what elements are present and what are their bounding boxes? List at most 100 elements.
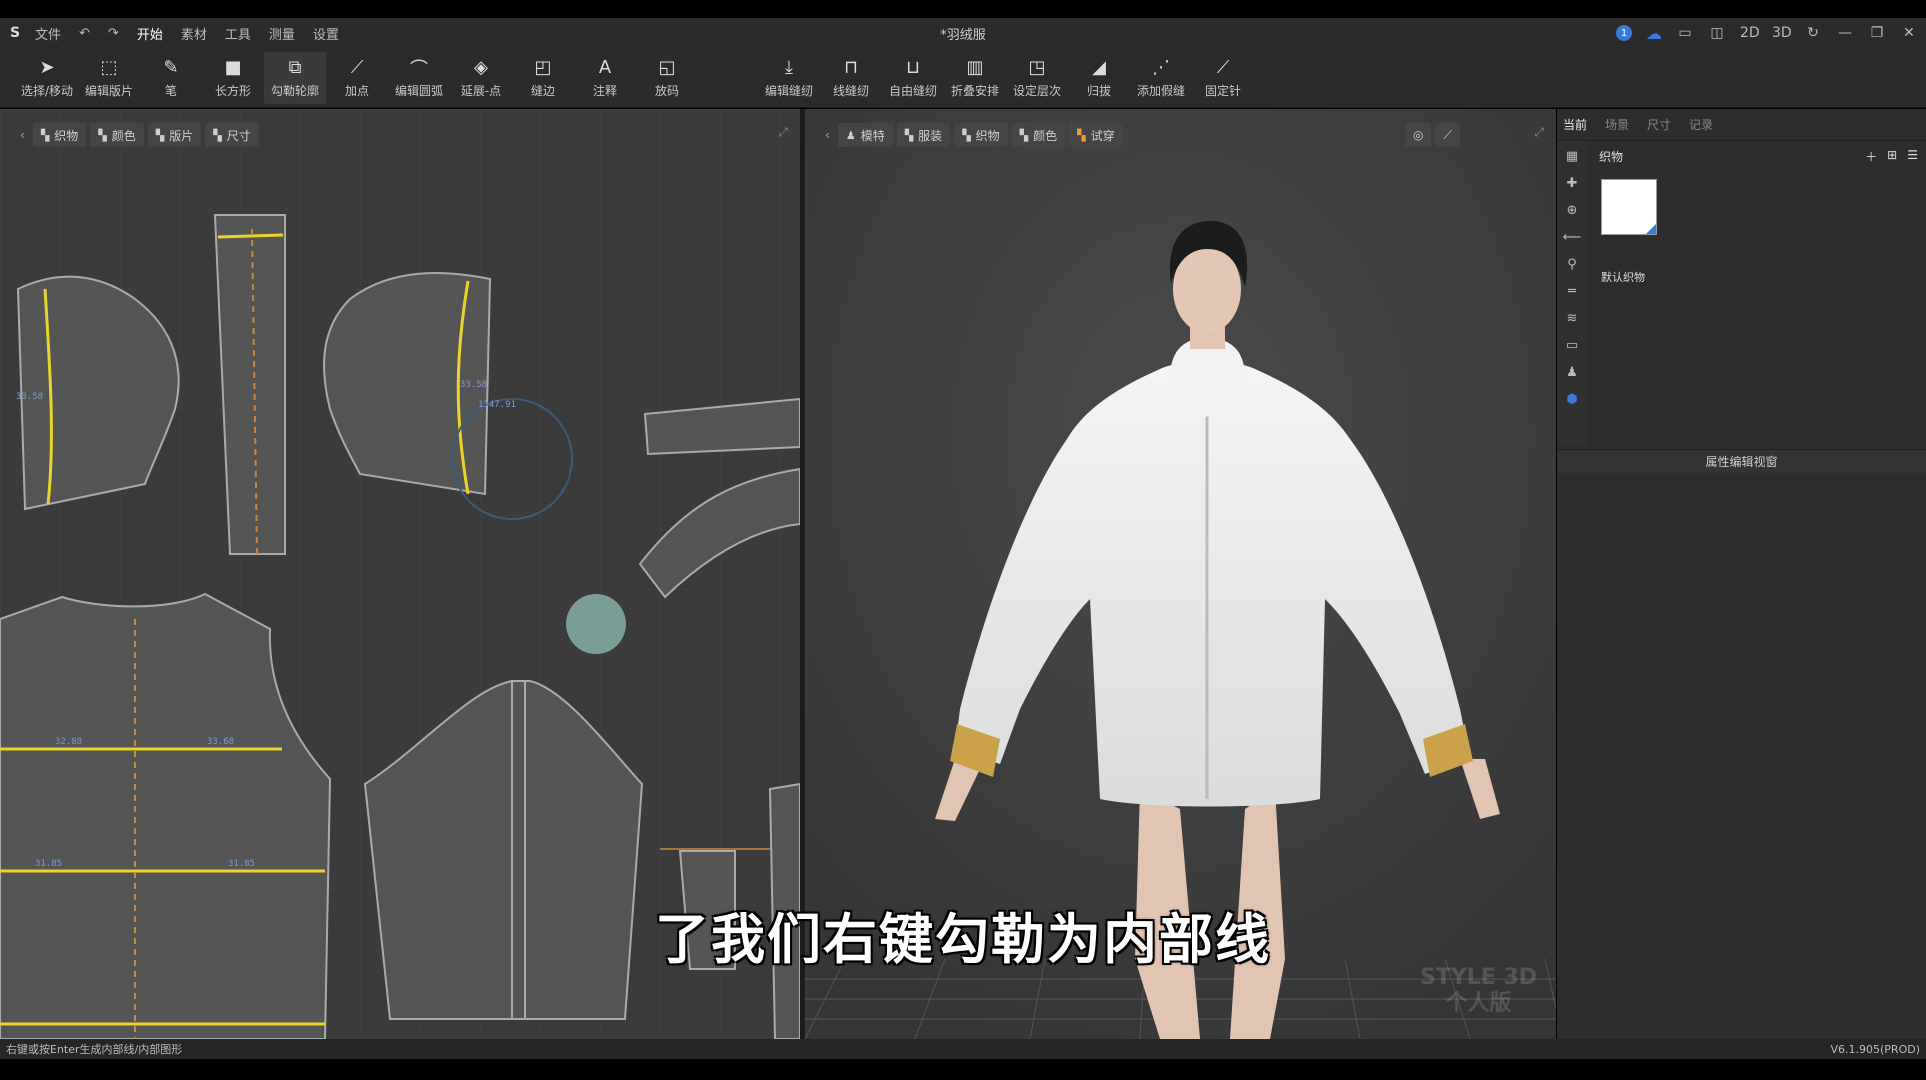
color-icon: ▚ (1019, 128, 1029, 142)
set-layer-icon: ◳ (1028, 57, 1046, 78)
tool-pin[interactable]: ⟋ 固定针 (1192, 52, 1254, 104)
minimize-icon[interactable]: — (1836, 25, 1854, 41)
free-sewing-icon: ⊔ (905, 57, 921, 78)
tool-seam-allowance[interactable]: ◰ 缝边 (512, 52, 574, 104)
grid-view-icon[interactable]: ⊞ (1887, 148, 1897, 165)
object-browser-tabs: 当前 场景 尺寸 记录 (1557, 109, 1926, 141)
tool-rectangle[interactable]: ■ 长方形 (202, 52, 264, 104)
tab-size[interactable]: 尺寸 (1647, 116, 1671, 133)
expand-icon[interactable]: ⤢ (778, 125, 788, 140)
fabric-icon: ▚ (40, 128, 50, 142)
status-hint: 右键或按Enter生成内部线/内部图形 (6, 1043, 183, 1056)
tool-edit-pattern[interactable]: ⬚ 编辑版片 (78, 52, 140, 104)
avatar-category-icon[interactable]: ♟ (1566, 365, 1578, 380)
tab-scene[interactable]: 场景 (1605, 116, 1629, 133)
tool-select-move[interactable]: ➤ 选择/移动 (16, 52, 78, 104)
tab-current[interactable]: 当前 (1563, 116, 1587, 133)
shrink-icon: ◢ (1092, 57, 1106, 78)
tab-garment-3d[interactable]: ▚ 服装 (896, 123, 951, 147)
tab-color-3d[interactable]: ▚ 颜色 (1011, 123, 1066, 147)
layout-split-icon[interactable]: ◫ (1708, 25, 1726, 41)
undo-icon[interactable]: ↶ (70, 26, 99, 41)
tab-size-2d[interactable]: ▚ 尺寸 (205, 123, 259, 147)
tool-line-sewing[interactable]: ⊓ 线缝纫 (820, 52, 882, 104)
tool-trace-outline[interactable]: ⧉ 勾勒轮廓 (264, 51, 326, 104)
camera-view-button[interactable]: ◎ (1405, 123, 1432, 147)
view-3d-button[interactable]: 3D (1772, 25, 1792, 41)
edit-arc-icon: ⌒ (410, 58, 428, 80)
cursor-indicator (566, 594, 626, 654)
camera-icon: ◎ (1413, 128, 1424, 142)
redo-icon[interactable]: ↷ (99, 26, 128, 41)
color-icon: ▚ (98, 128, 107, 142)
size-icon: ▚ (213, 128, 222, 142)
button-category-icon[interactable]: ✚ (1567, 176, 1578, 191)
layout-single-icon[interactable]: ▭ (1676, 25, 1694, 41)
notification-badge[interactable]: 1 (1616, 25, 1632, 41)
close-icon[interactable]: ✕ (1900, 25, 1918, 41)
zipper-category-icon[interactable]: ⚲ (1567, 257, 1577, 272)
edit-pattern-icon: ⬚ (100, 57, 118, 78)
elastic-category-icon[interactable]: ≋ (1567, 311, 1578, 326)
topstitch-category-icon[interactable]: ⟵ (1563, 230, 1582, 245)
try-on-icon: ▚ (1077, 128, 1086, 142)
tab-history[interactable]: 记录 (1689, 116, 1713, 133)
seam-allowance-icon: ◰ (534, 57, 552, 78)
list-view-icon[interactable]: ☰ (1907, 148, 1918, 165)
tool-annotation[interactable]: A 注释 (574, 52, 636, 104)
buttonhole-category-icon[interactable]: ⊕ (1567, 203, 1578, 218)
tool-extend-point[interactable]: ◈ 延展-点 (450, 52, 512, 104)
collapse-chevron-icon[interactable]: ‹ (16, 128, 29, 142)
tool-pen[interactable]: ✎ 笔 (140, 52, 202, 104)
brush-tool-button[interactable]: ⟋ (1435, 123, 1460, 147)
tool-shrink[interactable]: ◢ 归拔 (1068, 52, 1130, 104)
add-icon[interactable]: ＋ (1865, 148, 1877, 165)
brush-icon: ⟋ (1443, 127, 1452, 142)
tool-edit-sewing[interactable]: ⤓ 编辑缝纫 (758, 52, 820, 104)
tool-edit-arc[interactable]: ⌒ 编辑圆弧 (388, 52, 450, 104)
trim-category-icon[interactable]: ▭ (1566, 338, 1578, 353)
fold-arrange-icon: ▥ (966, 57, 984, 78)
menu-tools[interactable]: 工具 (216, 24, 260, 43)
add-point-icon: ⟋ (350, 57, 364, 78)
tool-fold-arrange[interactable]: ▥ 折叠安排 (944, 52, 1006, 104)
avatar-icon: ♟ (845, 128, 856, 142)
document-title: *羽绒服 (940, 27, 986, 43)
app-logo-icon: S (9, 25, 21, 41)
tool-set-layer[interactable]: ◳ 设定层次 (1006, 52, 1068, 104)
fabric-icon: ▚ (962, 128, 971, 142)
panel3d-subtoolbar: ‹ ♟ 模特 ▚ 服装 ▚ 织物 ▚ 颜色 ▚ 试穿 (821, 123, 1123, 147)
menu-material[interactable]: 素材 (172, 24, 216, 43)
panel2d-subtoolbar: ‹ ▚ 织物 ▚ 颜色 ▚ 版片 ▚ 尺寸 (16, 123, 259, 147)
tool-add-tack[interactable]: ⋰ 添加假缝 (1130, 52, 1192, 104)
tab-fabric-2d[interactable]: ▚ 织物 (32, 123, 87, 147)
menu-measure[interactable]: 测量 (260, 24, 304, 43)
measure-label: 33.58 (460, 380, 487, 390)
fabric-swatch[interactable] (1601, 179, 1657, 235)
restore-icon[interactable]: ❐ (1868, 25, 1886, 41)
3d-object-category-icon[interactable]: ⬢ (1566, 392, 1577, 407)
menu-settings[interactable]: 设置 (304, 24, 348, 43)
tab-pattern-2d[interactable]: ▚ 版片 (147, 123, 202, 147)
fabric-swatch-label: 默认织物 (1601, 271, 1645, 284)
tool-add-point[interactable]: ⟋ 加点 (326, 52, 388, 104)
tool-grading[interactable]: ◱ 放码 (636, 52, 698, 104)
measure-label: 31.85 (228, 859, 255, 869)
cloud-icon[interactable]: ☁ (1646, 24, 1662, 43)
measure-label: 32.88 (55, 737, 82, 747)
tab-try-on-3d[interactable]: ▚ 试穿 (1069, 123, 1123, 147)
tab-color-2d[interactable]: ▚ 颜色 (90, 123, 144, 147)
pen-icon: ✎ (163, 57, 179, 78)
menu-start[interactable]: 开始 (128, 24, 172, 43)
menu-file[interactable]: 文件 (26, 24, 70, 43)
fabric-category-icon[interactable]: ▦ (1566, 149, 1578, 164)
collapse-chevron-icon[interactable]: ‹ (821, 128, 834, 142)
tab-avatar-3d[interactable]: ♟ 模特 (837, 123, 893, 147)
refresh-icon[interactable]: ↻ (1804, 25, 1822, 41)
tab-fabric-3d[interactable]: ▚ 织物 (954, 123, 1008, 147)
view-2d-button[interactable]: 2D (1740, 25, 1760, 41)
measure-label: 33.68 (207, 737, 234, 747)
line-category-icon[interactable]: ═ (1568, 284, 1576, 299)
expand-icon[interactable]: ⤢ (1534, 125, 1544, 140)
tool-free-sewing[interactable]: ⊔ 自由缝纫 (882, 52, 944, 104)
